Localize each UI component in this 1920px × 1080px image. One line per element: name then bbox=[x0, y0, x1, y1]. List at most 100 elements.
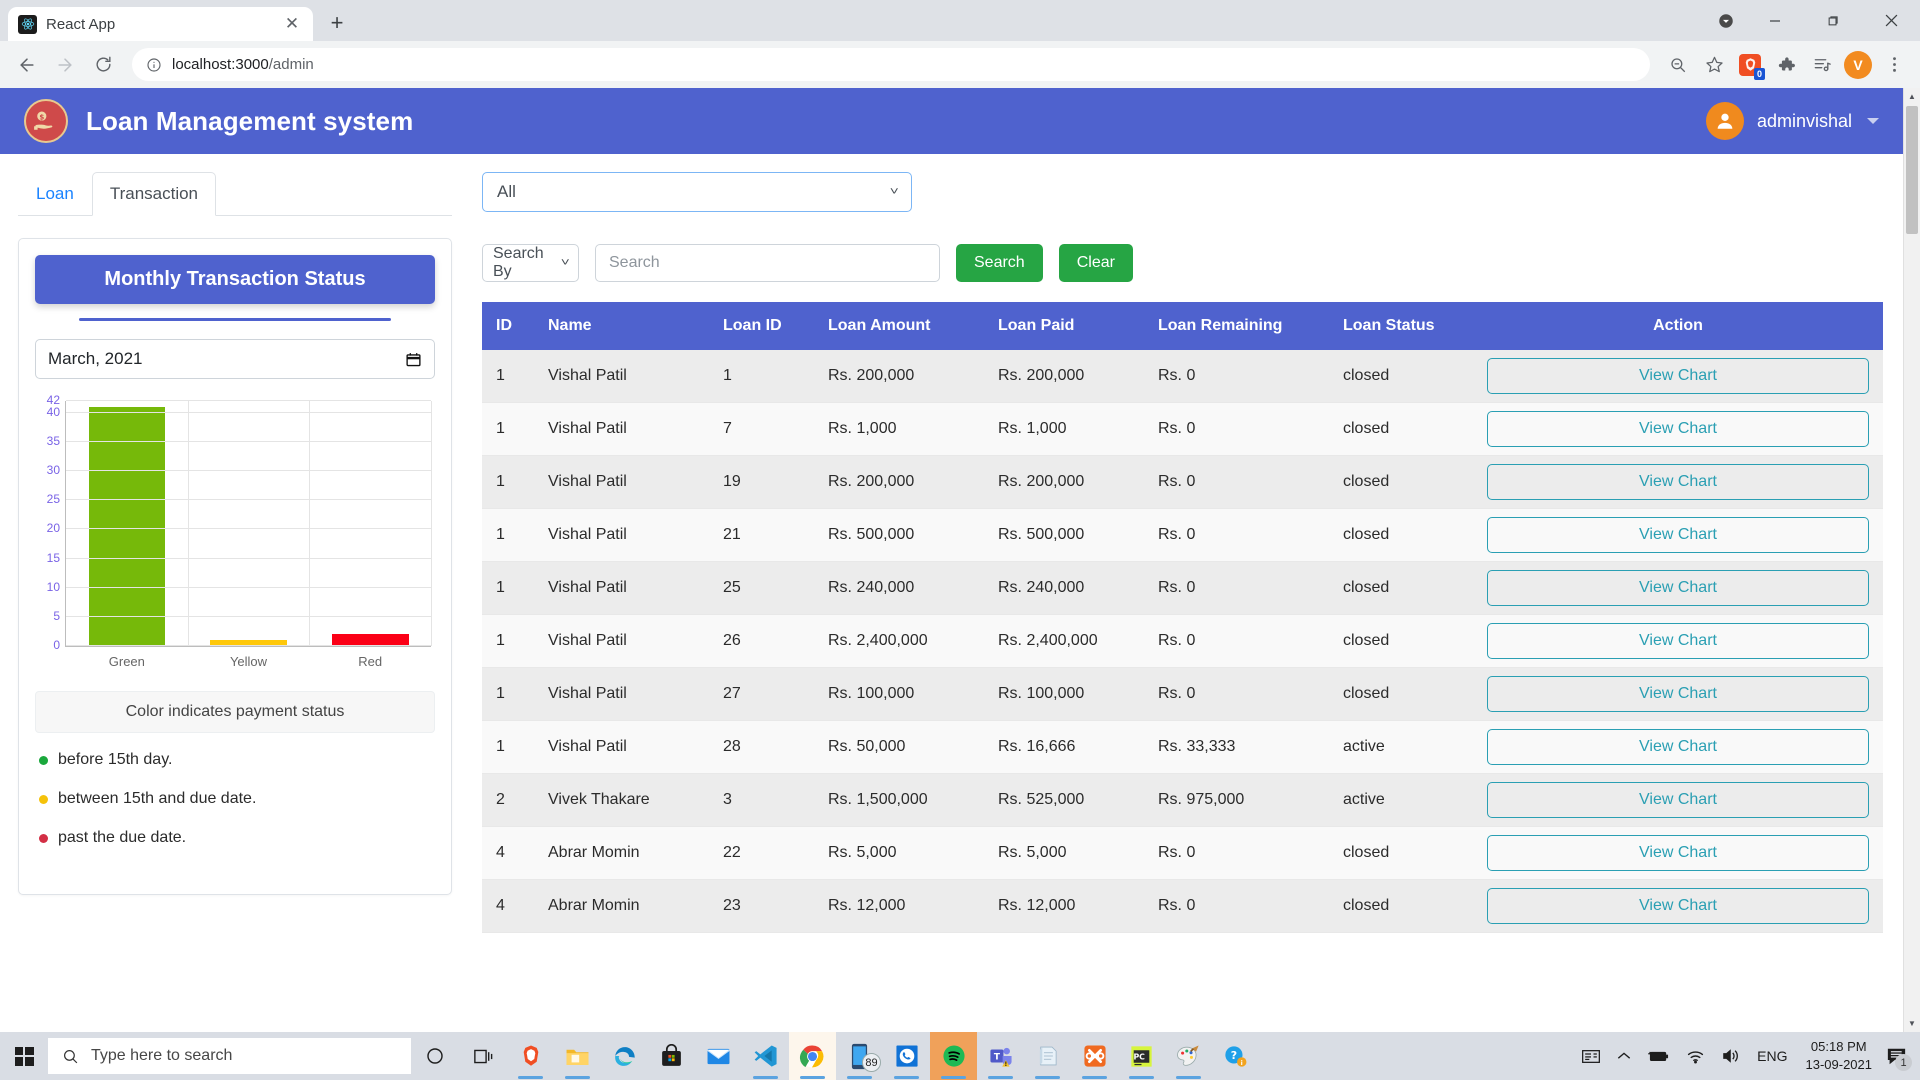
xampp-icon[interactable] bbox=[1071, 1032, 1118, 1080]
view-chart-button[interactable]: View Chart bbox=[1487, 835, 1869, 871]
minimize-button[interactable] bbox=[1746, 0, 1804, 41]
scroll-up-arrow-icon[interactable]: ▲ bbox=[1904, 88, 1920, 105]
windows-start-icon[interactable] bbox=[0, 1032, 48, 1080]
star-icon[interactable] bbox=[1698, 49, 1730, 81]
view-chart-button[interactable]: View Chart bbox=[1487, 782, 1869, 818]
table-body: 1 Vishal Patil 1 Rs. 200,000 Rs. 200,000 Rs. … bbox=[482, 350, 1883, 933]
cell-name: Vishal Patil bbox=[538, 350, 713, 403]
back-arrow-icon[interactable] bbox=[10, 48, 44, 82]
chevron-down-icon[interactable] bbox=[1867, 118, 1879, 124]
wifi-icon[interactable] bbox=[1678, 1032, 1713, 1080]
user-menu[interactable]: adminvishal bbox=[1705, 102, 1879, 140]
page-scrollbar[interactable]: ▲ ▼ bbox=[1903, 88, 1920, 1032]
view-chart-button[interactable]: View Chart bbox=[1487, 517, 1869, 553]
legend-header: Color indicates payment status bbox=[35, 691, 435, 734]
microsoft-store-icon[interactable] bbox=[648, 1032, 695, 1080]
view-chart-button[interactable]: View Chart bbox=[1487, 570, 1869, 606]
address-bar[interactable]: localhost:3000/admin bbox=[132, 48, 1650, 81]
scroll-down-arrow-icon[interactable]: ▼ bbox=[1904, 1015, 1920, 1032]
clock[interactable]: 05:18 PM 13-09-2021 bbox=[1796, 1032, 1883, 1080]
windows-taskbar: Type here to search 89 T! PC ? i ENG 05:18 P… bbox=[0, 1032, 1920, 1080]
view-chart-button[interactable]: View Chart bbox=[1487, 464, 1869, 500]
language-indicator[interactable]: ENG bbox=[1749, 1032, 1795, 1080]
action-center-icon[interactable]: 1 bbox=[1882, 1032, 1916, 1080]
close-icon[interactable]: ✕ bbox=[281, 13, 303, 35]
view-chart-button[interactable]: View Chart bbox=[1487, 888, 1869, 924]
notepad-icon[interactable] bbox=[1024, 1032, 1071, 1080]
zoom-out-icon[interactable] bbox=[1662, 49, 1694, 81]
cell-loan-id: 27 bbox=[713, 667, 818, 721]
cell-paid: Rs. 100,000 bbox=[988, 667, 1148, 721]
taskbar-search-input[interactable]: Type here to search bbox=[48, 1038, 411, 1074]
cell-action: View Chart bbox=[1473, 614, 1883, 668]
vscode-icon[interactable] bbox=[742, 1032, 789, 1080]
task-view-icon[interactable] bbox=[459, 1032, 507, 1080]
filter-all-select[interactable]: All ˅ bbox=[482, 172, 912, 212]
new-tab-button[interactable]: + bbox=[320, 6, 354, 40]
tab-transaction[interactable]: Transaction bbox=[91, 172, 217, 217]
profile-avatar[interactable]: V bbox=[1842, 49, 1874, 81]
person-icon bbox=[1705, 102, 1744, 140]
cell-status: active bbox=[1333, 773, 1473, 827]
chart-bar-slot: Yellow bbox=[188, 401, 310, 669]
view-chart-button[interactable]: View Chart bbox=[1487, 729, 1869, 765]
view-chart-button[interactable]: View Chart bbox=[1487, 623, 1869, 659]
news-and-interests-icon[interactable] bbox=[1573, 1032, 1609, 1080]
three-dot-menu-icon[interactable] bbox=[1878, 49, 1910, 81]
view-chart-button[interactable]: View Chart bbox=[1487, 358, 1869, 394]
browser-tab-strip: React App ✕ + bbox=[0, 0, 1920, 41]
search-input[interactable]: Search bbox=[595, 244, 940, 282]
reload-icon[interactable] bbox=[86, 48, 120, 82]
search-by-select[interactable]: Search By ˅ bbox=[482, 244, 579, 282]
cell-status: closed bbox=[1333, 879, 1473, 933]
volume-icon[interactable] bbox=[1713, 1032, 1749, 1080]
search-controls: Search By ˅ Search Search Clear bbox=[482, 244, 1883, 282]
spotify-icon[interactable] bbox=[930, 1032, 977, 1080]
tab-loan[interactable]: Loan bbox=[18, 172, 92, 216]
battery-charging-icon[interactable] bbox=[1639, 1032, 1678, 1080]
your-phone-icon[interactable]: 89 bbox=[836, 1032, 883, 1080]
scrollbar-thumb[interactable] bbox=[1906, 106, 1918, 234]
view-chart-button[interactable]: View Chart bbox=[1487, 411, 1869, 447]
cortana-circle-icon[interactable] bbox=[411, 1032, 459, 1080]
extensions-puzzle-icon[interactable] bbox=[1770, 49, 1802, 81]
clear-button[interactable]: Clear bbox=[1058, 244, 1133, 282]
maximize-button[interactable] bbox=[1804, 0, 1862, 41]
table-header-row: ID Name Loan ID Loan Amount Loan Paid Loan Re… bbox=[482, 302, 1883, 350]
mail-icon[interactable] bbox=[695, 1032, 742, 1080]
table-header-loan-id: Loan ID bbox=[713, 302, 818, 350]
title-underline bbox=[79, 318, 391, 322]
help-icon[interactable]: ? i bbox=[1212, 1032, 1259, 1080]
browser-tab[interactable]: React App ✕ bbox=[8, 7, 313, 41]
reading-list-icon[interactable] bbox=[1806, 49, 1838, 81]
month-picker[interactable]: March, 2021 bbox=[35, 339, 435, 380]
view-chart-button[interactable]: View Chart bbox=[1487, 676, 1869, 712]
brave-icon[interactable] bbox=[507, 1032, 554, 1080]
whatsapp-icon[interactable] bbox=[883, 1032, 930, 1080]
chart-gridline: 5 bbox=[53, 609, 431, 623]
cell-id: 1 bbox=[482, 402, 538, 456]
cell-loan-id: 7 bbox=[713, 402, 818, 456]
paint-icon[interactable] bbox=[1165, 1032, 1212, 1080]
cell-loan-id: 25 bbox=[713, 561, 818, 615]
chrome-icon[interactable] bbox=[789, 1032, 836, 1080]
monthly-transaction-card: Monthly Transaction Status March, 2021 G… bbox=[18, 238, 452, 896]
brave-shields-icon[interactable] bbox=[1705, 0, 1746, 41]
chart-bar[interactable] bbox=[88, 406, 166, 647]
site-info-icon[interactable] bbox=[146, 57, 162, 73]
microsoft-teams-icon[interactable]: T! bbox=[977, 1032, 1024, 1080]
cell-name: Vishal Patil bbox=[538, 508, 713, 562]
show-hidden-icons-icon[interactable] bbox=[1609, 1032, 1639, 1080]
pycharm-icon[interactable]: PC bbox=[1118, 1032, 1165, 1080]
file-explorer-icon[interactable] bbox=[554, 1032, 601, 1080]
close-window-button[interactable] bbox=[1862, 0, 1920, 41]
search-button[interactable]: Search bbox=[956, 244, 1043, 282]
brave-extension-icon[interactable]: 0 bbox=[1734, 49, 1766, 81]
edge-icon[interactable] bbox=[601, 1032, 648, 1080]
chart-gridline: 42 bbox=[47, 393, 431, 407]
chart-gridline: 20 bbox=[47, 521, 431, 535]
cell-name: Vishal Patil bbox=[538, 455, 713, 509]
cell-paid: Rs. 2,400,000 bbox=[988, 614, 1148, 668]
cell-id: 1 bbox=[482, 561, 538, 615]
calendar-icon[interactable] bbox=[405, 351, 422, 368]
